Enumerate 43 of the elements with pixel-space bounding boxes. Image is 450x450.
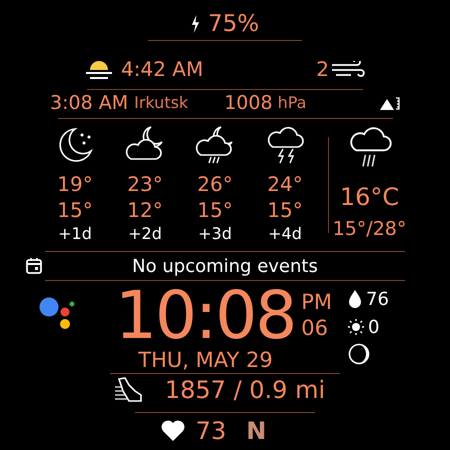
assistant-icon: [38, 297, 76, 329]
forecast-day: +3d: [198, 223, 232, 245]
battery-level: 75%: [208, 10, 260, 39]
humidity-icon: [348, 290, 362, 308]
forecast-low: 15°: [267, 197, 303, 223]
forecast-high: 19°: [57, 171, 93, 197]
am-pm: PM: [301, 289, 332, 315]
calendar-icon: [26, 258, 42, 274]
forecast-day: +2d: [128, 223, 162, 245]
world-clock-time: 3:08 AM: [50, 90, 128, 116]
pressure-unit: hPa: [278, 92, 306, 114]
humidity-value: 76: [366, 288, 389, 312]
current-temperature: 16°C: [340, 182, 400, 213]
moon-phase-icon: [348, 343, 370, 365]
forecast-high: 23°: [127, 171, 163, 197]
sunrise-time: 4:42 AM: [121, 56, 204, 83]
steps-distance: 1857 / 0.9 mi: [164, 375, 326, 406]
wind-speed: 2: [316, 56, 329, 83]
heart-icon: [160, 420, 186, 442]
rain-moon-icon: [195, 125, 235, 165]
clock-seconds: 06: [301, 315, 329, 341]
pressure-value: 1008: [224, 90, 273, 116]
forecast-day: +1d: [58, 223, 92, 245]
uv-icon: [348, 319, 364, 335]
wind-icon: [331, 61, 365, 77]
sunrise-icon: [85, 58, 113, 80]
lightning-icon: [190, 15, 200, 33]
clock-date: THU, MAY 29: [138, 347, 274, 373]
heart-rate: 73: [196, 416, 226, 447]
forecast-day: +4d: [268, 223, 302, 245]
altitude-icon: [380, 96, 400, 110]
forecast-low: 15°: [57, 197, 93, 223]
temperature-range: 15°/28°: [332, 217, 406, 242]
uv-value: 0: [368, 316, 380, 340]
world-clock-city: Irkutsk: [134, 92, 188, 114]
thunder-cloud-icon: [265, 125, 305, 165]
events-text: No upcoming events: [132, 254, 318, 278]
notification-letter: N: [246, 416, 266, 447]
forecast-high: 26°: [197, 171, 233, 197]
forecast-high: 24°: [267, 171, 303, 197]
forecast-low: 12°: [127, 197, 163, 223]
clock-time: 10:08: [115, 285, 296, 347]
forecast-low: 15°: [197, 197, 233, 223]
